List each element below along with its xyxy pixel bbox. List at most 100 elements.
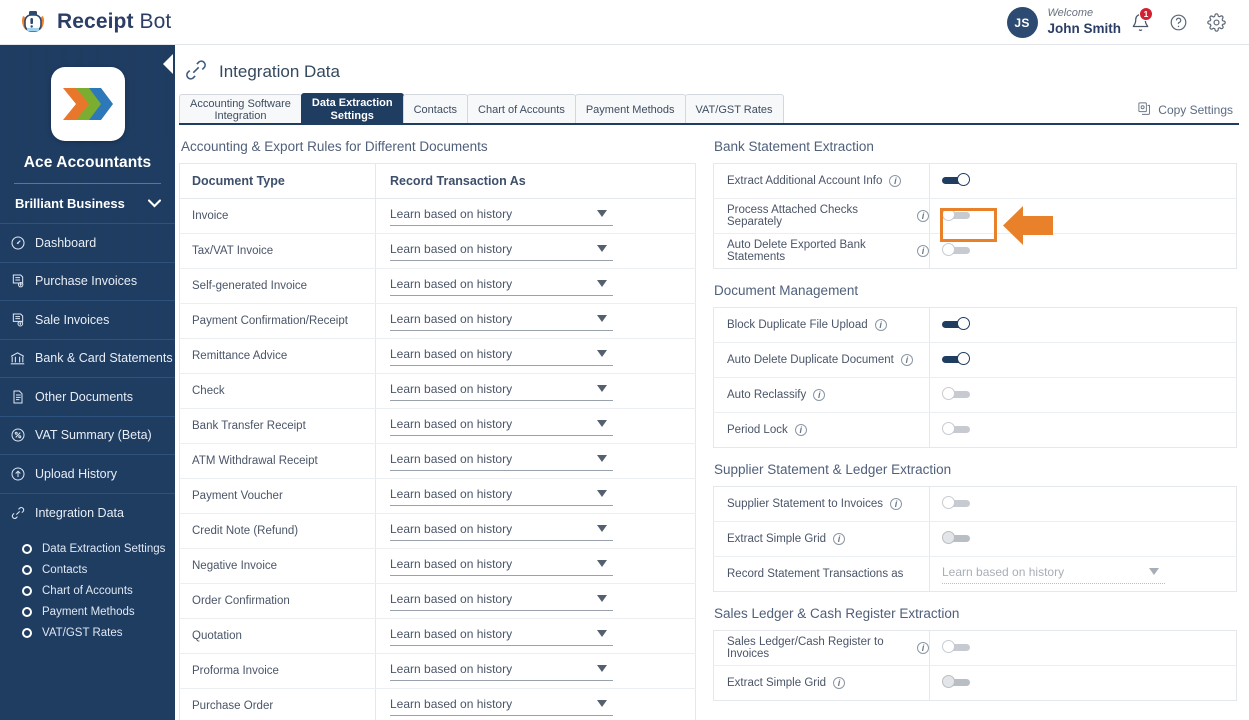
sidebar-item-bank-card-statements[interactable]: Bank & Card Statements bbox=[0, 340, 175, 378]
user-name[interactable]: John Smith bbox=[1048, 21, 1122, 38]
record-transaction-select[interactable]: Learn based on history bbox=[390, 381, 613, 401]
record-transaction-select[interactable]: Learn based on history bbox=[390, 696, 613, 716]
info-icon[interactable]: i bbox=[900, 354, 913, 366]
document-type-cell: Self-generated Invoice bbox=[179, 268, 376, 304]
record-transaction-cell: Learn based on history bbox=[375, 198, 696, 234]
info-icon[interactable]: i bbox=[917, 210, 929, 222]
document-rules-body: Invoice Learn based on history Tax/VAT Inv… bbox=[179, 198, 696, 720]
document-management-table: Block Duplicate File Upload i Auto Delete … bbox=[713, 307, 1237, 448]
welcome-label: Welcome bbox=[1047, 7, 1094, 20]
toggle-switch[interactable] bbox=[942, 352, 970, 365]
toggle-switch[interactable] bbox=[942, 496, 970, 509]
settings-button[interactable] bbox=[1197, 0, 1235, 45]
bullet-icon bbox=[22, 606, 32, 617]
bullet-icon bbox=[22, 585, 32, 596]
record-transaction-select[interactable]: Learn based on history bbox=[390, 486, 613, 506]
sidebar-item-purchase-invoices[interactable]: Purchase Invoices bbox=[0, 263, 175, 301]
tab-chart-of-accounts[interactable]: Chart of Accounts bbox=[467, 94, 576, 125]
page-header: Integration Data bbox=[175, 45, 1249, 87]
sidebar-item-vat-summary[interactable]: VAT Summary (Beta) bbox=[0, 417, 175, 455]
sidebar-nav: Dashboard Purchase Invoices Sale Invoice… bbox=[0, 223, 175, 647]
info-icon[interactable]: i bbox=[874, 319, 887, 331]
bullet-icon bbox=[22, 627, 32, 638]
record-transaction-select[interactable]: Learn based on history bbox=[390, 591, 613, 611]
info-icon[interactable]: i bbox=[889, 498, 902, 510]
document-type-cell: Bank Transfer Receipt bbox=[179, 408, 376, 444]
toggle-switch[interactable] bbox=[942, 422, 970, 435]
record-statement-transactions-select: Learn based on history bbox=[942, 564, 1165, 584]
sidebar-item-chart-of-accounts[interactable]: Chart of Accounts bbox=[0, 580, 175, 601]
record-transaction-select[interactable]: Learn based on history bbox=[390, 346, 613, 366]
select-value: Learn based on history bbox=[390, 242, 513, 256]
sidebar-item-data-extraction-settings[interactable]: Data Extraction Settings bbox=[0, 538, 175, 559]
record-transaction-select[interactable]: Learn based on history bbox=[390, 241, 613, 261]
brand[interactable]: Receipt Bot bbox=[18, 7, 171, 37]
table-row: Extract Additional Account Info i bbox=[713, 163, 1237, 199]
record-transaction-select[interactable]: Learn based on history bbox=[390, 206, 613, 226]
page-title-link-icon bbox=[183, 57, 209, 88]
brand-title: Receipt Bot bbox=[57, 10, 171, 34]
record-transaction-select[interactable]: Learn based on history bbox=[390, 416, 613, 436]
table-row: Tax/VAT Invoice Learn based on history bbox=[179, 233, 696, 269]
tab-contacts[interactable]: Contacts bbox=[402, 94, 469, 125]
info-icon[interactable]: i bbox=[889, 175, 902, 187]
notifications-button[interactable]: 1 bbox=[1121, 0, 1159, 45]
record-transaction-select[interactable]: Learn based on history bbox=[390, 311, 613, 331]
sidebar-item-dashboard[interactable]: Dashboard bbox=[0, 224, 175, 263]
sales-ledger-section-title: Sales Ledger & Cash Register Extraction bbox=[714, 606, 960, 621]
info-icon[interactable]: i bbox=[813, 389, 826, 401]
record-transaction-select[interactable]: Learn based on history bbox=[390, 451, 613, 471]
record-transaction-cell: Learn based on history bbox=[375, 513, 696, 549]
sidebar-subitem-label: VAT/GST Rates bbox=[42, 626, 123, 639]
help-button[interactable] bbox=[1159, 0, 1197, 45]
avatar[interactable]: JS bbox=[1006, 7, 1038, 38]
sidebar-item-other-documents[interactable]: Other Documents bbox=[0, 378, 175, 417]
document-type-cell: Order Confirmation bbox=[179, 583, 376, 619]
toggle-switch[interactable] bbox=[942, 675, 970, 688]
sidebar-item-contacts[interactable]: Contacts bbox=[0, 559, 175, 580]
info-icon[interactable]: i bbox=[917, 642, 929, 654]
info-icon[interactable]: i bbox=[917, 245, 929, 257]
setting-label: Process Attached Checks Separately bbox=[727, 204, 859, 228]
table-row: Extract Simple Grid i bbox=[713, 521, 1237, 557]
tab-bar: Accounting Software Integration Data Ext… bbox=[179, 93, 1249, 125]
sidebar-collapse-button[interactable] bbox=[161, 53, 175, 75]
tab-payment-methods[interactable]: Payment Methods bbox=[574, 94, 686, 125]
org-selector[interactable]: Brilliant Business bbox=[0, 184, 175, 223]
setting-label: Auto Delete Exported Bank Statements bbox=[727, 239, 866, 263]
info-icon[interactable]: i bbox=[833, 677, 846, 689]
bank-statement-section-title: Bank Statement Extraction bbox=[714, 139, 874, 154]
tab-accounting-software-integration[interactable]: Accounting Software Integration bbox=[179, 94, 302, 125]
record-transaction-cell: Learn based on history bbox=[375, 268, 696, 304]
sidebar-item-integration-data[interactable]: Integration Data bbox=[0, 494, 175, 533]
setting-label: Auto Reclassify bbox=[727, 389, 807, 401]
toggle-switch[interactable] bbox=[942, 640, 970, 653]
info-icon[interactable]: i bbox=[794, 424, 807, 436]
sidebar-item-payment-methods[interactable]: Payment Methods bbox=[0, 601, 175, 622]
toggle-knob bbox=[957, 352, 970, 365]
sales-ledger-body: Sales Ledger/Cash Register to Invoices i E… bbox=[713, 630, 1237, 701]
toggle-switch[interactable] bbox=[942, 387, 970, 400]
tab-data-extraction-settings[interactable]: Data Extraction Settings bbox=[300, 93, 404, 125]
sidebar-item-upload-history[interactable]: Upload History bbox=[0, 455, 175, 494]
toggle-switch[interactable] bbox=[942, 173, 970, 186]
toggle-switch[interactable] bbox=[942, 243, 970, 256]
record-transaction-select[interactable]: Learn based on history bbox=[390, 661, 613, 681]
record-transaction-select[interactable]: Learn based on history bbox=[390, 626, 613, 646]
sidebar-subitem-label: Contacts bbox=[42, 563, 88, 576]
record-transaction-select[interactable]: Learn based on history bbox=[390, 276, 613, 296]
tab-vat-gst-rates[interactable]: VAT/GST Rates bbox=[684, 94, 784, 125]
setting-label: Block Duplicate File Upload bbox=[727, 319, 868, 331]
select-value: Learn based on history bbox=[390, 347, 513, 361]
record-transaction-cell: Learn based on history bbox=[375, 583, 696, 619]
toggle-switch[interactable] bbox=[942, 531, 970, 544]
toggle-switch[interactable] bbox=[942, 317, 970, 330]
record-transaction-select[interactable]: Learn based on history bbox=[390, 556, 613, 576]
help-icon bbox=[1170, 14, 1186, 31]
info-icon[interactable]: i bbox=[833, 533, 846, 545]
sidebar-item-sale-invoices[interactable]: Sale Invoices bbox=[0, 301, 175, 340]
setting-label: Extract Simple Grid bbox=[727, 677, 827, 689]
sidebar-subitem-label: Chart of Accounts bbox=[42, 584, 133, 597]
sidebar-item-vat-gst-rates[interactable]: VAT/GST Rates bbox=[0, 622, 175, 643]
record-transaction-select[interactable]: Learn based on history bbox=[390, 521, 613, 541]
